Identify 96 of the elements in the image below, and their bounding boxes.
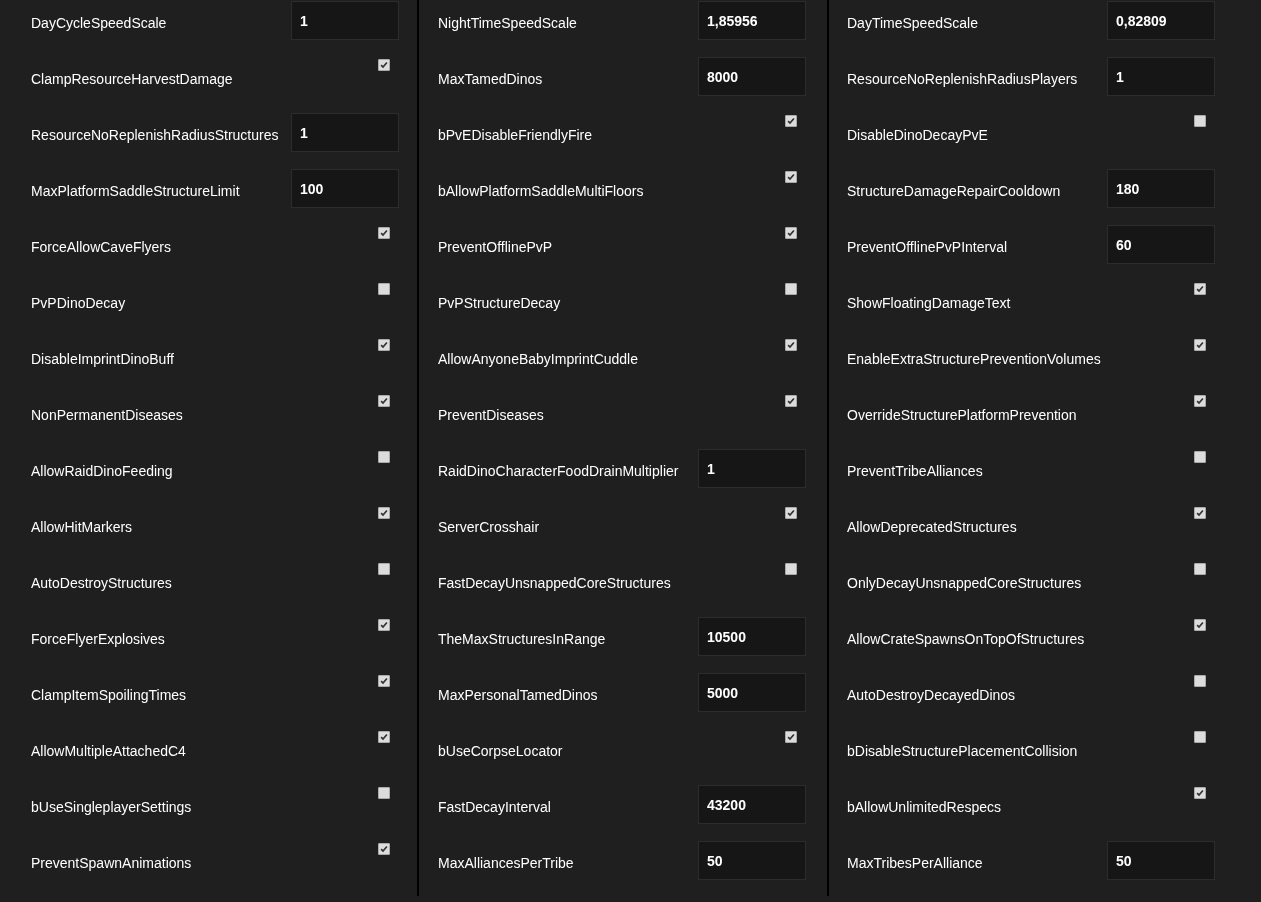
- setting-label: ForceAllowCaveFlyers: [31, 238, 173, 256]
- checkbox[interactable]: [378, 339, 390, 351]
- setting-label: AllowRaidDinoFeeding: [31, 462, 174, 480]
- checkbox[interactable]: [378, 619, 390, 631]
- setting-label: AllowHitMarkers: [31, 518, 134, 536]
- value-field[interactable]: 100: [291, 169, 399, 208]
- setting-label: AllowMultipleAttachedC4: [31, 742, 187, 760]
- checkbox[interactable]: [785, 283, 797, 295]
- setting-label: AllowDeprecatedStructures: [847, 518, 1018, 536]
- value-field[interactable]: 180: [1107, 169, 1215, 208]
- setting-label: bDisableStructurePlacementCollision: [847, 742, 1079, 760]
- setting-label: NightTimeSpeedScale: [438, 14, 578, 32]
- setting-label: MaxTribesPerAlliance: [847, 854, 984, 872]
- setting-label: ServerCrosshair: [438, 518, 541, 536]
- setting-label: StructureDamageRepairCooldown: [847, 182, 1062, 200]
- setting-label: bAllowPlatformSaddleMultiFloors: [438, 182, 645, 200]
- setting-label: PvPDinoDecay: [31, 294, 127, 312]
- setting-label: EnableExtraStructurePreventionVolumes: [847, 350, 1102, 368]
- value-field[interactable]: 1: [291, 1, 399, 40]
- checkbox[interactable]: [1194, 339, 1206, 351]
- checkbox[interactable]: [785, 171, 797, 183]
- setting-label: NonPermanentDiseases: [31, 406, 184, 424]
- value-field[interactable]: 10500: [698, 617, 806, 656]
- setting-label: ResourceNoReplenishRadiusStructures: [31, 126, 280, 144]
- setting-label: ClampResourceHarvestDamage: [31, 70, 234, 88]
- setting-label: ClampItemSpoilingTimes: [31, 686, 188, 704]
- value-field[interactable]: 1: [1107, 57, 1215, 96]
- setting-label: OverrideStructurePlatformPrevention: [847, 406, 1078, 424]
- checkbox[interactable]: [1194, 451, 1206, 463]
- checkbox[interactable]: [785, 339, 797, 351]
- checkbox[interactable]: [1194, 787, 1206, 799]
- setting-label: TheMaxStructuresInRange: [438, 630, 607, 648]
- setting-label: PreventTribeAlliances: [847, 462, 984, 480]
- setting-label: bAllowUnlimitedRespecs: [847, 798, 1003, 816]
- value-field[interactable]: 8000: [698, 57, 806, 96]
- setting-label: MaxTamedDinos: [438, 70, 544, 88]
- setting-label: ResourceNoReplenishRadiusPlayers: [847, 70, 1079, 88]
- checkbox[interactable]: [378, 787, 390, 799]
- checkbox[interactable]: [1194, 731, 1206, 743]
- setting-label: AutoDestroyStructures: [31, 574, 173, 592]
- checkbox[interactable]: [378, 395, 390, 407]
- value-field[interactable]: 1: [291, 113, 399, 152]
- checkbox[interactable]: [785, 731, 797, 743]
- value-field[interactable]: 50: [1107, 841, 1215, 880]
- checkbox[interactable]: [785, 563, 797, 575]
- setting-label: AutoDestroyDecayedDinos: [847, 686, 1017, 704]
- setting-label: AllowCrateSpawnsOnTopOfStructures: [847, 630, 1086, 648]
- setting-label: PvPStructureDecay: [438, 294, 562, 312]
- checkbox[interactable]: [378, 507, 390, 519]
- checkbox[interactable]: [378, 227, 390, 239]
- setting-label: OnlyDecayUnsnappedCoreStructures: [847, 574, 1083, 592]
- checkbox[interactable]: [1194, 395, 1206, 407]
- setting-label: FastDecayUnsnappedCoreStructures: [438, 574, 672, 592]
- value-field[interactable]: 5000: [698, 673, 806, 712]
- checkbox[interactable]: [378, 675, 390, 687]
- checkbox[interactable]: [1194, 507, 1206, 519]
- setting-label: PreventDiseases: [438, 406, 545, 424]
- checkbox[interactable]: [378, 59, 390, 71]
- setting-label: bUseSingleplayerSettings: [31, 798, 193, 816]
- setting-label: DisableImprintDinoBuff: [31, 350, 175, 368]
- setting-label: bUseCorpseLocator: [438, 742, 564, 760]
- checkbox[interactable]: [785, 395, 797, 407]
- setting-label: ShowFloatingDamageText: [847, 294, 1012, 312]
- setting-label: DayCycleSpeedScale: [31, 14, 168, 32]
- setting-label: MaxPersonalTamedDinos: [438, 686, 599, 704]
- checkbox[interactable]: [378, 283, 390, 295]
- value-field[interactable]: 0,82809: [1107, 1, 1215, 40]
- checkbox[interactable]: [785, 507, 797, 519]
- checkbox[interactable]: [785, 227, 797, 239]
- checkbox[interactable]: [785, 115, 797, 127]
- value-field[interactable]: 50: [698, 841, 806, 880]
- checkbox[interactable]: [378, 563, 390, 575]
- value-field[interactable]: 43200: [698, 785, 806, 824]
- setting-label: MaxPlatformSaddleStructureLimit: [31, 182, 241, 200]
- setting-label: MaxAlliancesPerTribe: [438, 854, 575, 872]
- setting-label: DayTimeSpeedScale: [847, 14, 979, 32]
- checkbox[interactable]: [1194, 115, 1206, 127]
- value-field[interactable]: 60: [1107, 225, 1215, 264]
- setting-label: DisableDinoDecayPvE: [847, 126, 989, 144]
- setting-label: PreventOfflinePvP: [438, 238, 554, 256]
- checkbox[interactable]: [378, 731, 390, 743]
- setting-label: PreventOfflinePvPInterval: [847, 238, 1009, 256]
- checkbox[interactable]: [1194, 563, 1206, 575]
- setting-label: PreventSpawnAnimations: [31, 854, 193, 872]
- value-field[interactable]: 1: [698, 449, 806, 488]
- checkbox[interactable]: [1194, 619, 1206, 631]
- setting-label: AllowAnyoneBabyImprintCuddle: [438, 350, 639, 368]
- setting-label: bPvEDisableFriendlyFire: [438, 126, 594, 144]
- checkbox[interactable]: [378, 451, 390, 463]
- checkbox[interactable]: [378, 843, 390, 855]
- checkbox[interactable]: [1194, 283, 1206, 295]
- value-field[interactable]: 1,85956: [698, 1, 806, 40]
- setting-label: RaidDinoCharacterFoodDrainMultiplier: [438, 462, 680, 480]
- setting-label: ForceFlyerExplosives: [31, 630, 166, 648]
- setting-label: FastDecayInterval: [438, 798, 552, 816]
- checkbox[interactable]: [1194, 675, 1206, 687]
